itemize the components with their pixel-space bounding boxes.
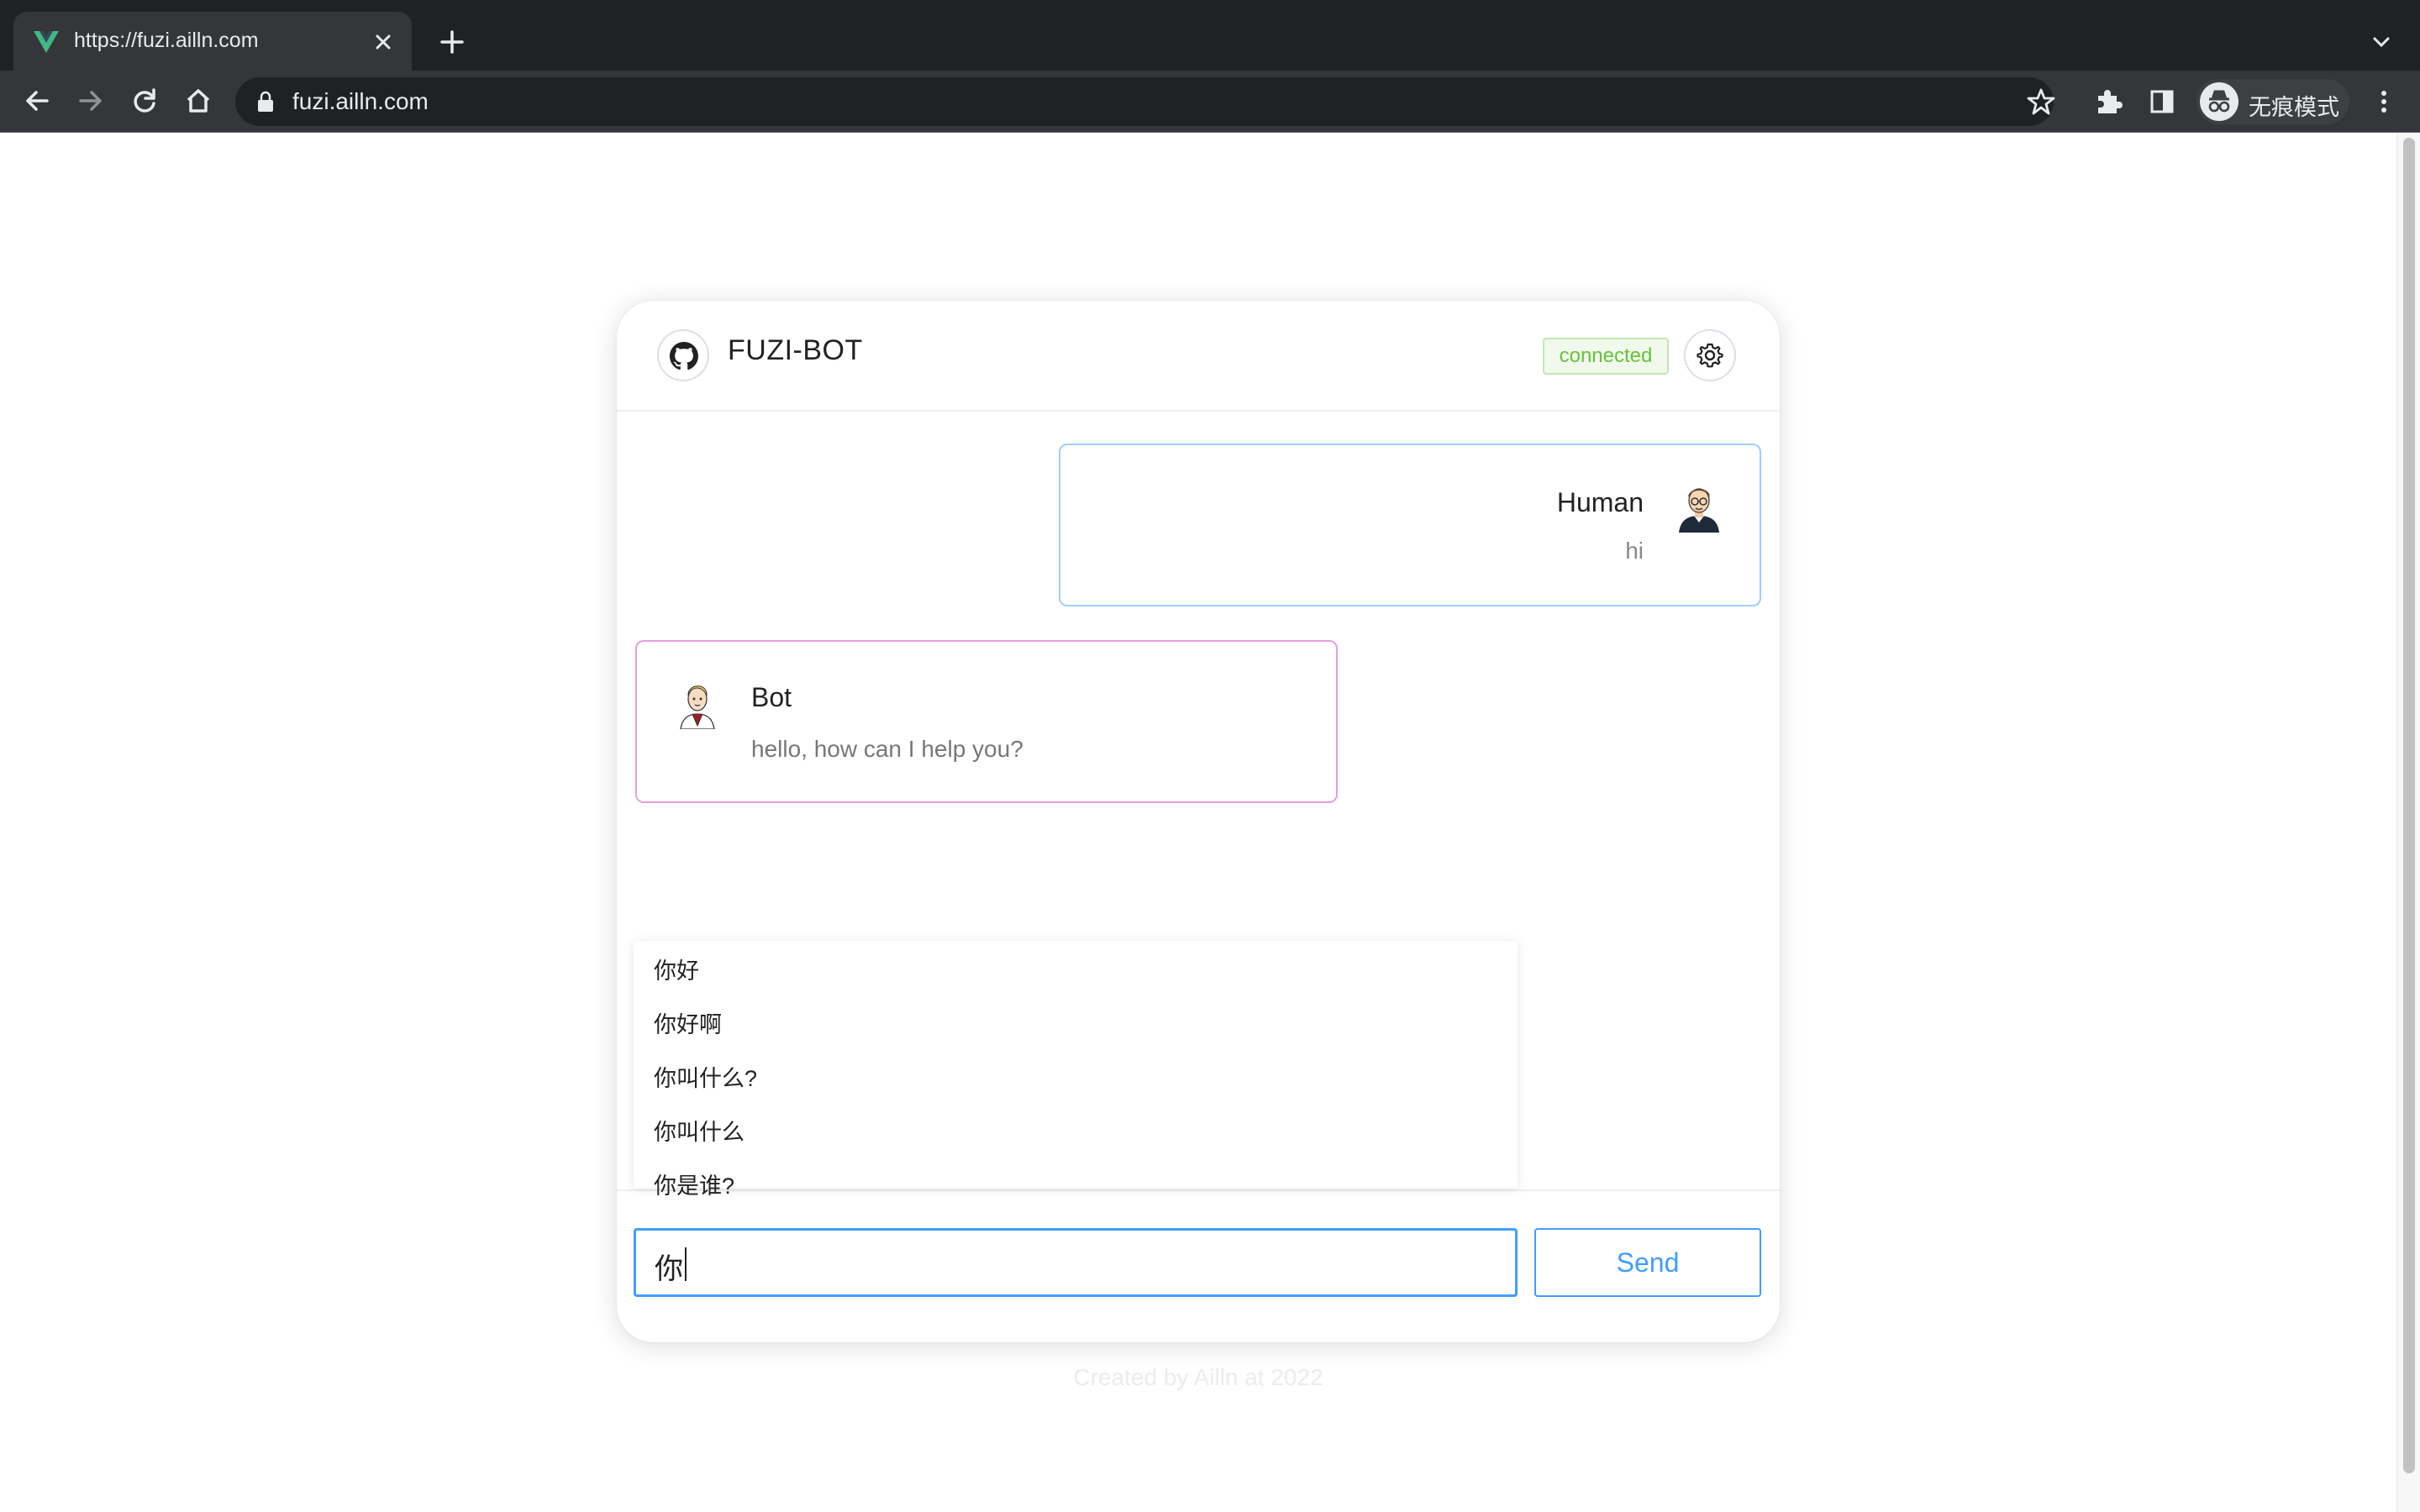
address-bar[interactable]: fuzi.ailln.com	[235, 77, 2054, 126]
kebab-menu-icon[interactable]	[2365, 82, 2403, 121]
message-bot: Bot hello, how can I help you?	[635, 640, 1338, 803]
profile-label: 无痕模式	[2249, 95, 2339, 120]
vue-favicon-icon	[34, 31, 59, 53]
github-button[interactable]	[657, 329, 709, 381]
settings-button[interactable]	[1684, 329, 1736, 381]
home-icon[interactable]	[178, 81, 218, 121]
message-input[interactable]: 你	[634, 1228, 1518, 1297]
chat-header: FUZI-BOT connected	[617, 301, 1780, 412]
plus-icon[interactable]	[434, 24, 471, 60]
star-icon[interactable]	[2022, 82, 2060, 121]
github-icon	[670, 342, 698, 370]
address-bar-url[interactable]: fuzi.ailln.com	[292, 88, 429, 115]
message-input-value[interactable]: 你	[655, 1246, 683, 1287]
gear-icon	[1697, 343, 1723, 368]
forward-arrow-icon[interactable]	[71, 81, 111, 121]
page-scrollbar-thumb[interactable]	[2403, 138, 2415, 1473]
autocomplete-dropdown: 你好 你好啊 你叫什么? 你叫什么 你是谁?	[634, 941, 1518, 1199]
side-panel-icon[interactable]	[2143, 82, 2181, 121]
browser-tab[interactable]: https://fuzi.ailln.com	[13, 12, 412, 72]
message-sender-name: Human	[1556, 487, 1644, 517]
autocomplete-option[interactable]: 你是谁?	[634, 1156, 1518, 1210]
bot-avatar-icon	[680, 685, 715, 729]
back-arrow-icon[interactable]	[17, 81, 57, 121]
browser-tab-strip: https://fuzi.ailln.com	[0, 0, 2420, 72]
chevron-down-icon[interactable]	[2365, 25, 2398, 59]
autocomplete-option[interactable]: 你好啊	[634, 995, 1518, 1048]
message-sender-name: Bot	[751, 682, 792, 712]
reload-icon[interactable]	[124, 81, 165, 121]
toolbar-divider	[0, 132, 2420, 133]
message-text: hi	[1625, 538, 1644, 564]
tab-title: https://fuzi.ailln.com	[74, 29, 259, 52]
puzzle-extension-icon[interactable]	[2089, 82, 2128, 121]
incognito-icon	[2200, 82, 2238, 121]
autocomplete-option[interactable]: 你叫什么?	[634, 1048, 1518, 1102]
footer-credit: Created by Ailln at 2022	[1073, 1364, 1323, 1390]
status-badge: connected	[1543, 338, 1669, 375]
close-icon[interactable]	[366, 25, 400, 59]
text-caret	[685, 1247, 687, 1281]
autocomplete-option[interactable]: 你好	[634, 941, 1518, 995]
message-human: Human hi	[1059, 444, 1761, 606]
incognito-profile-chip[interactable]: 无痕模式	[2196, 79, 2349, 124]
lock-icon	[258, 91, 273, 112]
chat-title: FUZI-BOT	[728, 334, 863, 366]
send-button[interactable]: Send	[1534, 1228, 1761, 1297]
autocomplete-option[interactable]: 你叫什么	[634, 1102, 1518, 1156]
chat-card: FUZI-BOT connected Human hi Bot hello, h…	[617, 301, 1780, 1342]
human-avatar-icon	[1679, 488, 1719, 533]
message-text: hello, how can I help you?	[751, 736, 1023, 762]
